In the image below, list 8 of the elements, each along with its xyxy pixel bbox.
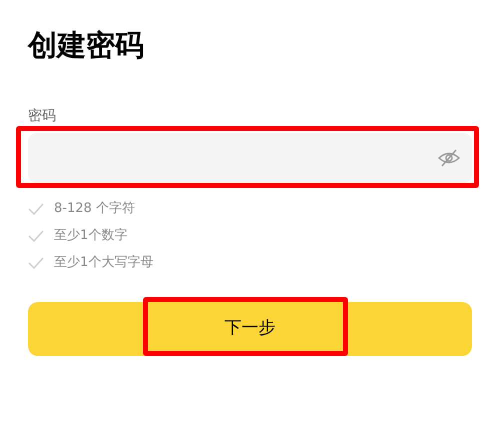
- page-title: 创建密码: [28, 27, 144, 64]
- next-button[interactable]: 下一步: [28, 302, 472, 356]
- requirement-text: 至少1个大写字母: [54, 254, 154, 272]
- eye-off-icon[interactable]: [438, 149, 460, 167]
- requirement-text: 至少1个数字: [54, 227, 128, 246]
- requirement-text: 8-128 个字符: [54, 200, 135, 218]
- field-label: 密码: [28, 107, 56, 126]
- password-field[interactable]: [28, 133, 472, 183]
